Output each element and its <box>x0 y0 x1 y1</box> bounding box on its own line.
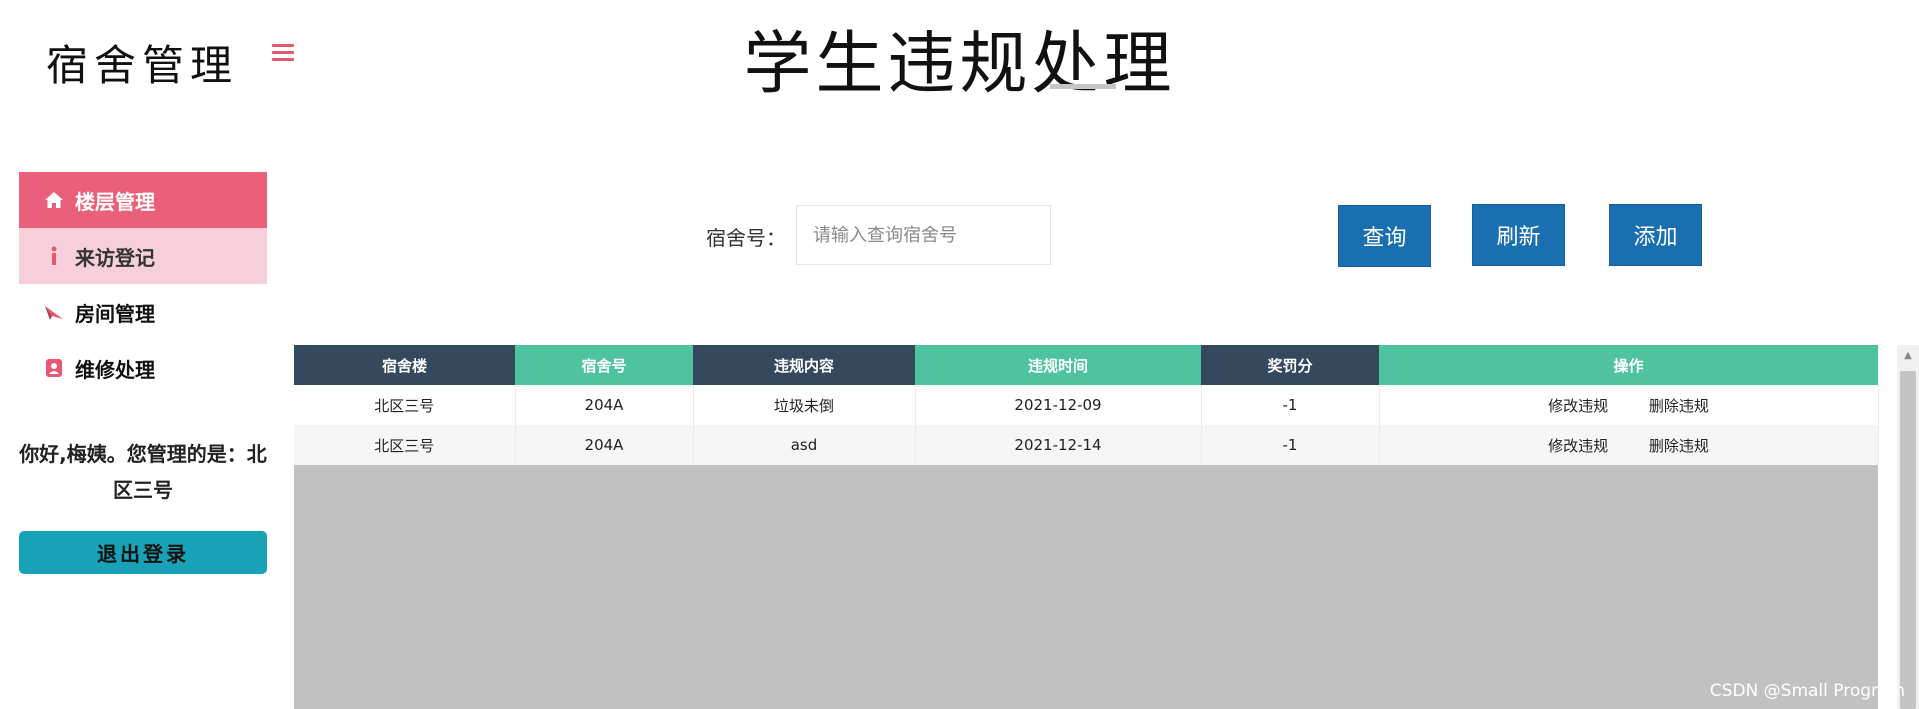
info-icon <box>41 246 67 266</box>
scroll-up-arrow-icon[interactable]: ▲ <box>1897 345 1919 365</box>
search-label: 宿舍号： <box>706 226 786 250</box>
table-header-row: 宿舍楼 宿舍号 违规内容 违规时间 奖罚分 操作 <box>294 345 1878 385</box>
cell-content: asd <box>693 425 916 465</box>
cell-content: 垃圾未倒 <box>693 385 916 425</box>
cell-room: 204A <box>515 385 694 425</box>
column-header-content: 违规内容 <box>693 345 915 385</box>
violations-table-container: 宿舍楼 宿舍号 违规内容 违规时间 奖罚分 操作 北区三号 204A 垃圾未倒 … <box>294 345 1879 709</box>
cell-score: -1 <box>1201 385 1380 425</box>
sidebar-item-label: 维修处理 <box>75 357 155 382</box>
logout-button[interactable]: 退出登录 <box>19 531 267 574</box>
watermark: CSDN @Small Program <box>1709 681 1905 701</box>
refresh-button[interactable]: 刷新 <box>1472 204 1565 266</box>
page-title: 学生违规处理 <box>743 25 1176 104</box>
home-icon <box>41 191 67 209</box>
column-header-time: 违规时间 <box>915 345 1201 385</box>
cell-score: -1 <box>1201 425 1380 465</box>
contact-card-icon <box>41 358 67 378</box>
vertical-scrollbar[interactable]: ▲ <box>1897 345 1919 709</box>
cell-actions: 修改违规 删除违规 <box>1379 385 1879 425</box>
sidebar-item-room-management[interactable]: 房间管理 <box>19 284 267 340</box>
cell-building: 北区三号 <box>294 425 516 465</box>
sidebar-item-repair-processing[interactable]: 维修处理 <box>19 340 267 396</box>
column-header-actions: 操作 <box>1379 345 1878 385</box>
query-button[interactable]: 查询 <box>1338 205 1431 267</box>
violations-table: 宿舍楼 宿舍号 违规内容 违规时间 奖罚分 操作 北区三号 204A 垃圾未倒 … <box>294 345 1879 465</box>
sidebar: 楼层管理 来访登记 房间管理 维修处理 <box>19 172 267 396</box>
add-button[interactable]: 添加 <box>1609 204 1702 266</box>
user-greeting: 你好,梅姨。您管理的是：北区三号 <box>19 442 267 502</box>
table-row: 北区三号 204A asd 2021-12-14 -1 修改违规 删除违规 <box>294 425 1879 465</box>
table-row: 北区三号 204A 垃圾未倒 2021-12-09 -1 修改违规 删除违规 <box>294 385 1879 425</box>
scrollbar-thumb[interactable] <box>1900 371 1916 709</box>
cell-time: 2021-12-14 <box>915 425 1202 465</box>
cell-building: 北区三号 <box>294 385 516 425</box>
edit-violation-link[interactable]: 修改违规 <box>1548 435 1608 456</box>
sidebar-item-label: 来访登记 <box>75 245 155 270</box>
delete-violation-link[interactable]: 删除违规 <box>1649 395 1709 416</box>
title-underline <box>1050 84 1116 89</box>
sidebar-item-label: 房间管理 <box>75 301 155 326</box>
column-header-building: 宿舍楼 <box>294 345 515 385</box>
dorm-number-search-input[interactable] <box>796 205 1051 265</box>
sidebar-item-label: 楼层管理 <box>75 189 155 214</box>
column-header-score: 奖罚分 <box>1201 345 1379 385</box>
sidebar-item-floor-management[interactable]: 楼层管理 <box>19 172 267 228</box>
edit-violation-link[interactable]: 修改违规 <box>1548 395 1608 416</box>
sidebar-item-visitor-registration[interactable]: 来访登记 <box>19 228 267 284</box>
cell-room: 204A <box>515 425 694 465</box>
delete-violation-link[interactable]: 删除违规 <box>1649 435 1709 456</box>
cell-time: 2021-12-09 <box>915 385 1202 425</box>
cell-actions: 修改违规 删除违规 <box>1379 425 1879 465</box>
paper-plane-icon <box>41 303 67 321</box>
column-header-room: 宿舍号 <box>515 345 693 385</box>
